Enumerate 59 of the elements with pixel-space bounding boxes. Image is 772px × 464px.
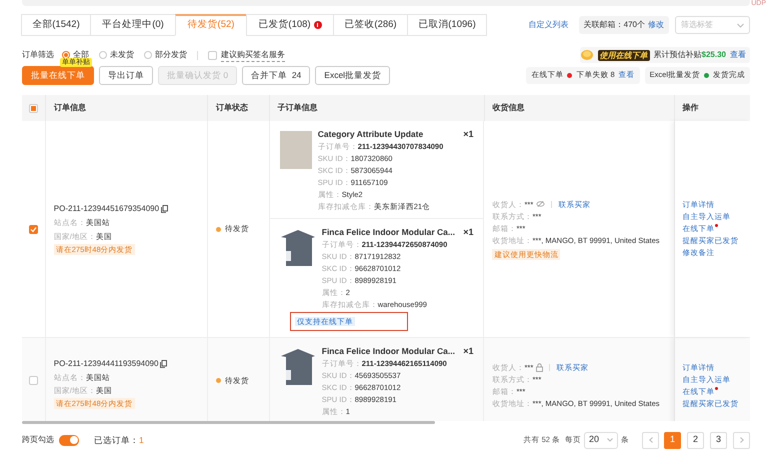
quantity: ×1 bbox=[463, 346, 474, 357]
tab[interactable]: 已取消(1096) bbox=[407, 14, 487, 36]
eye-slash-icon[interactable] bbox=[536, 200, 546, 208]
checkbox[interactable] bbox=[208, 50, 217, 60]
tab[interactable]: 平台处理中(0) bbox=[90, 14, 176, 36]
email-count: 关联邮箱：470个 bbox=[584, 19, 645, 31]
chevron-right-icon bbox=[740, 437, 744, 443]
product-title: Category Attribute Update bbox=[318, 129, 424, 140]
horizontal-scrollbar[interactable] bbox=[22, 421, 435, 424]
page-button[interactable]: 1 bbox=[664, 432, 681, 448]
chevron-down-icon bbox=[737, 22, 744, 28]
shed-drawing bbox=[280, 348, 316, 386]
tab[interactable]: 全部(1542) bbox=[21, 14, 91, 36]
tab[interactable]: 已签收(286) bbox=[333, 14, 408, 36]
quantity: ×1 bbox=[463, 227, 474, 238]
product-title: Finca Felice Indoor Modular Ca... bbox=[322, 346, 455, 357]
quantity: ×1 bbox=[463, 129, 474, 140]
column-header: 订单状态 bbox=[216, 102, 248, 114]
page-button[interactable]: 3 bbox=[710, 432, 727, 448]
tag-select-placeholder: 筛选标签 bbox=[681, 19, 713, 31]
filter-label: 订单筛选 bbox=[22, 49, 54, 61]
checkbox[interactable] bbox=[28, 376, 38, 385]
chevron-left-icon bbox=[648, 437, 652, 443]
radio-option[interactable]: 部分发货 bbox=[144, 49, 187, 61]
photo-placeholder bbox=[280, 131, 312, 169]
order-number: PO-211-12394451679354090 bbox=[54, 203, 160, 216]
checkbox[interactable] bbox=[28, 104, 38, 112]
selected-orders: 已选订单：1 bbox=[94, 434, 144, 446]
action-button[interactable]: 批量在线下单 bbox=[22, 66, 94, 84]
signature-service-label[interactable]: 建议购买签名服务 bbox=[221, 48, 285, 62]
radio-option[interactable]: 未发货 bbox=[99, 49, 134, 61]
edit-link[interactable]: 修改 bbox=[648, 19, 664, 31]
column-header: 子订单信息 bbox=[278, 102, 318, 114]
view-link[interactable]: 查看 bbox=[730, 49, 746, 61]
promo-banner: 使用在线下单 bbox=[598, 50, 650, 60]
action-button[interactable]: Excel批量发货 bbox=[315, 66, 390, 84]
subsidy-text: 累计预估补贴$25.30 bbox=[654, 49, 726, 61]
previous-page-button[interactable] bbox=[642, 432, 659, 448]
page-button[interactable]: 2 bbox=[687, 432, 704, 448]
action-button[interactable]: 合并下单 24 bbox=[242, 66, 310, 84]
tab[interactable]: 已发货(108) bbox=[246, 14, 334, 36]
coin-icon bbox=[580, 49, 594, 61]
copy-icon[interactable] bbox=[160, 360, 168, 368]
order-number: PO-211-12394441193594090 bbox=[54, 358, 158, 370]
custom-list-link[interactable]: 自定义列表 bbox=[528, 19, 569, 31]
column-header: 订单信息 bbox=[54, 102, 86, 114]
cross-page-label: 跨页勾选 bbox=[22, 434, 54, 446]
product-title: Finca Felice Indoor Modular Ca... bbox=[322, 227, 455, 238]
chevron-down-icon bbox=[607, 438, 613, 442]
column-header: 操作 bbox=[682, 102, 699, 114]
shed-drawing bbox=[280, 229, 316, 267]
next-page-button[interactable] bbox=[733, 432, 750, 448]
lock-icon[interactable] bbox=[536, 363, 544, 372]
checkbox[interactable] bbox=[28, 224, 38, 234]
copy-icon[interactable] bbox=[161, 205, 168, 214]
action-button[interactable]: 导出订单 bbox=[99, 66, 153, 84]
column-header: 收货信息 bbox=[492, 102, 525, 114]
page-size-select[interactable]: 20 bbox=[584, 432, 618, 448]
toggle-switch[interactable] bbox=[59, 434, 79, 446]
